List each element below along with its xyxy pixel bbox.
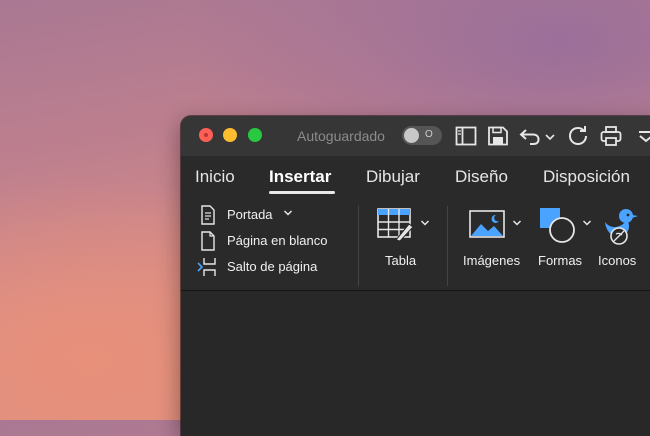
shapes-button[interactable]: Formas [536, 206, 596, 286]
blank-page-button[interactable]: Página en blanco [197, 230, 347, 252]
title-bar: Autoguardado O [181, 116, 650, 156]
images-button[interactable]: Imágenes [463, 206, 533, 286]
toggle-state-label: O [425, 129, 433, 140]
table-button[interactable]: Tabla [376, 206, 436, 286]
undo-chevron-down-icon[interactable] [543, 125, 557, 147]
tab-insertar[interactable]: Insertar [269, 167, 331, 187]
ribbon-insert: Portada Página en blanco Salto de página [181, 196, 650, 291]
images-icon [468, 208, 506, 240]
document-area[interactable] [181, 291, 650, 436]
undo-icon[interactable] [518, 125, 542, 147]
page-break-icon [197, 256, 219, 278]
active-tab-indicator [269, 191, 335, 194]
blank-page-label: Página en blanco [227, 233, 328, 248]
cover-page-label: Portada [227, 207, 273, 222]
icons-label: Iconos [598, 253, 637, 268]
icons-button[interactable]: Iconos [597, 206, 650, 286]
sidebar-icon[interactable] [454, 125, 478, 147]
save-icon[interactable] [486, 125, 510, 147]
shapes-icon [538, 206, 578, 246]
tab-inicio[interactable]: Inicio [195, 167, 235, 187]
images-label: Imágenes [463, 253, 521, 268]
images-chevron-down-icon [512, 218, 522, 228]
autosave-toggle[interactable]: O [402, 126, 442, 145]
table-icon [376, 206, 416, 242]
ribbon-tabs: Inicio Insertar Dibujar Diseño Disposici… [181, 156, 650, 196]
word-window: Autoguardado O Inicio Insertar Dibujar D… [181, 116, 650, 436]
cover-page-button[interactable]: Portada [197, 204, 307, 226]
chevron-down-icon [283, 206, 293, 223]
ribbon-divider [447, 206, 448, 286]
table-label: Tabla [385, 253, 417, 268]
shapes-label: Formas [538, 253, 583, 268]
redo-icon[interactable] [566, 125, 590, 147]
more-icon[interactable] [636, 125, 650, 147]
print-icon[interactable] [599, 125, 623, 147]
table-chevron-down-icon [420, 218, 430, 228]
blank-page-icon [197, 230, 219, 252]
ribbon-divider [358, 206, 359, 286]
tab-dibujar[interactable]: Dibujar [366, 167, 420, 187]
minimize-window-button[interactable] [223, 128, 237, 142]
cover-page-icon [197, 204, 219, 226]
toggle-knob [404, 128, 419, 143]
tab-diseno[interactable]: Diseño [455, 167, 508, 187]
shapes-chevron-down-icon [582, 218, 592, 228]
zoom-window-button[interactable] [248, 128, 262, 142]
close-window-button[interactable] [199, 128, 213, 142]
autosave-label: Autoguardado [297, 128, 385, 144]
icons-icon [601, 206, 639, 246]
page-break-button[interactable]: Salto de página [197, 256, 347, 278]
tab-disposicion[interactable]: Disposición [543, 167, 630, 187]
page-break-label: Salto de página [227, 259, 318, 274]
